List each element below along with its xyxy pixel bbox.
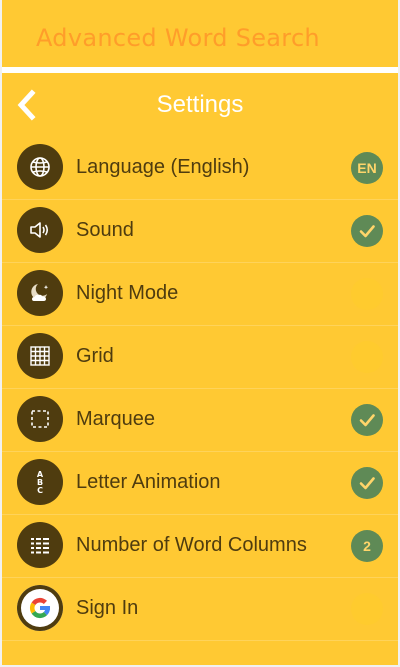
setting-label: Marquee [76, 408, 155, 430]
checkmark-icon [359, 414, 375, 427]
setting-label: Sound [76, 219, 134, 241]
checkmark-icon [359, 477, 375, 490]
grid-icon [17, 333, 63, 379]
marquee-icon [17, 396, 63, 442]
setting-label: Sign In [76, 597, 139, 619]
setting-row-night-mode[interactable]: Night Mode [2, 263, 398, 326]
checkmark-icon [359, 225, 375, 238]
setting-row-grid[interactable]: Grid [2, 326, 398, 389]
app-screen: Advanced Word Search Settings Language (… [0, 0, 400, 667]
setting-label: Number of Word Columns [76, 534, 307, 556]
columns-icon [17, 522, 63, 568]
settings-list: Language (English) EN Sound Night Mode G… [2, 137, 398, 641]
setting-label: Grid [76, 345, 114, 367]
setting-label: Night Mode [76, 282, 179, 304]
app-title: Advanced Word Search [36, 24, 320, 52]
settings-header: Settings [2, 73, 398, 137]
grid-toggle[interactable] [351, 341, 383, 373]
svg-text:C: C [37, 486, 43, 495]
sign-in-status[interactable] [351, 593, 383, 625]
word-columns-badge[interactable]: 2 [351, 530, 383, 562]
moon-cloud-icon [17, 270, 63, 316]
marquee-toggle[interactable] [351, 404, 383, 436]
night-mode-toggle[interactable] [351, 278, 383, 310]
google-icon [17, 585, 63, 631]
letter-animation-toggle[interactable] [351, 467, 383, 499]
setting-row-sound[interactable]: Sound [2, 200, 398, 263]
globe-icon [17, 144, 63, 190]
setting-label: Letter Animation [76, 471, 221, 493]
sound-toggle[interactable] [351, 215, 383, 247]
speaker-icon [17, 207, 63, 253]
setting-row-language[interactable]: Language (English) EN [2, 137, 398, 200]
page-title: Settings [156, 91, 244, 118]
setting-label: Language (English) [76, 156, 250, 178]
letters-icon: A B C [17, 459, 63, 505]
setting-row-letter-animation[interactable]: A B C Letter Animation [2, 452, 398, 515]
language-badge[interactable]: EN [351, 152, 383, 184]
setting-row-marquee[interactable]: Marquee [2, 389, 398, 452]
setting-row-sign-in[interactable]: Sign In [2, 578, 398, 641]
setting-row-word-columns[interactable]: Number of Word Columns 2 [2, 515, 398, 578]
